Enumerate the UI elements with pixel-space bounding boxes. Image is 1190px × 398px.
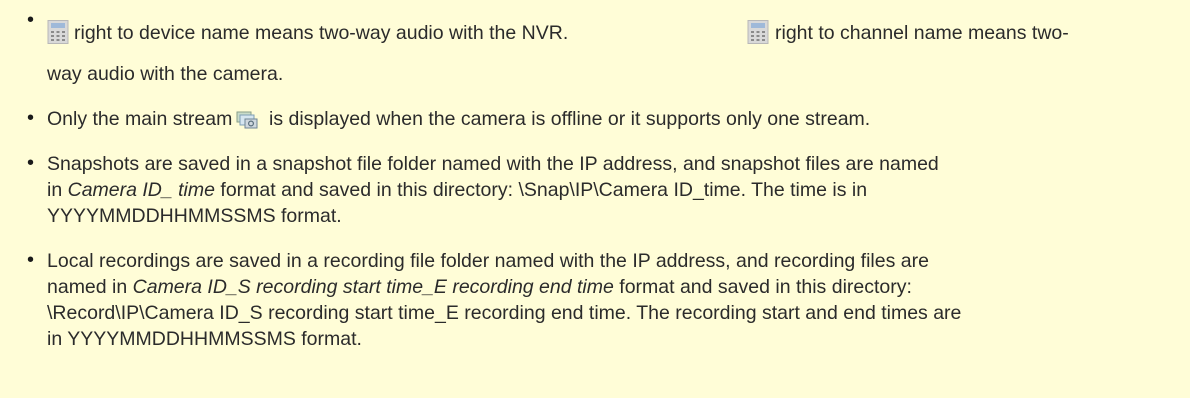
bullet: •: [27, 9, 35, 31]
item1-text-part1: right to device name means two-way audio…: [74, 22, 569, 44]
intercom-icon: [747, 20, 769, 44]
item4-text-line1: Local recordings are saved in a recordin…: [47, 250, 929, 272]
item3-line2-prefix: in: [47, 179, 68, 201]
item4-text-line2: named in Camera ID_S recording start tim…: [47, 275, 912, 299]
item4-line2-suffix: format and saved in this directory:: [613, 276, 912, 298]
bullet: •: [27, 249, 35, 271]
item1-text-part2: right to channel name means two-: [775, 22, 1069, 44]
item4-text-line4: in YYYYMMDDHHMMSSMS format.: [47, 328, 362, 350]
item2-text-before-icon: Only the main stream: [47, 108, 233, 130]
item4-line2-prefix: named in: [47, 276, 133, 298]
bullet: •: [27, 152, 35, 174]
main-stream-icon: [236, 110, 260, 130]
bullet: •: [27, 107, 35, 129]
item3-line2-italic: Camera ID_ time: [67, 179, 215, 201]
item1-text-line2: way audio with the camera.: [47, 63, 284, 85]
item4-line2-italic: Camera ID_S recording start time_E recor…: [132, 276, 614, 298]
item3-line2-suffix: format and saved in this directory: \Sna…: [214, 179, 868, 201]
item3-text-line3: YYYYMMDDHHMMSSMS format.: [47, 205, 342, 227]
item4-text-line3: \Record\IP\Camera ID_S recording start t…: [47, 302, 962, 324]
item3-text-line2: in Camera ID_ time format and saved in t…: [47, 178, 867, 202]
item3-text-line1: Snapshots are saved in a snapshot file f…: [47, 153, 939, 175]
item2-text-after-icon: is displayed when the camera is offline …: [269, 108, 871, 130]
intercom-icon: [47, 20, 69, 44]
notes-list: • right to device name means two-way aud…: [0, 0, 1190, 398]
